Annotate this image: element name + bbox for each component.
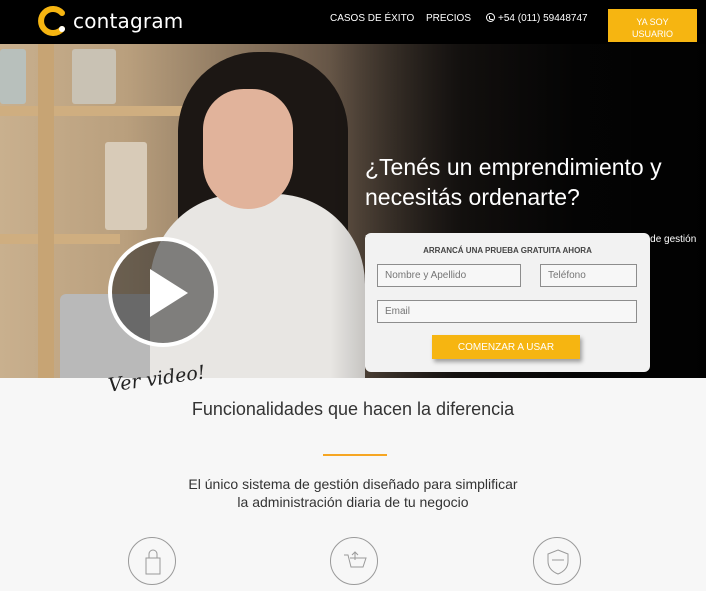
login-label-line1: YA SOY [636, 16, 669, 27]
shield-icon-graphic [547, 549, 569, 575]
hero-section: ¿Tenés un emprendimiento y necesitás ord… [0, 44, 706, 378]
logo-mark-icon [38, 6, 65, 36]
shopping-bag-icon [128, 537, 176, 585]
logo-text: contagram [73, 9, 184, 33]
shelf-post [38, 44, 54, 378]
shelf [0, 234, 120, 244]
login-button[interactable]: YA SOY USUARIO [608, 9, 697, 42]
play-icon [150, 269, 188, 317]
features-title: Funcionalidades que hacen la diferencia [191, 399, 515, 419]
shopping-bag-icon-graphic [145, 549, 161, 575]
cart-icon-graphic [344, 551, 367, 568]
description-line-1: El único sistema de gestión diseñado par… [188, 476, 518, 492]
whatsapp-icon [486, 13, 495, 22]
description-line-2: la administración diaria de tu negocio [237, 494, 469, 510]
login-label-line2: USUARIO [631, 28, 673, 39]
email-field[interactable] [377, 300, 637, 323]
nav-link-precios[interactable]: PRECIOS [426, 13, 471, 24]
jar [105, 142, 147, 230]
signup-heading: ARRANCÁ UNA PRUEBA GRATUITA AHORA [423, 246, 592, 255]
name-field[interactable] [377, 264, 521, 287]
jar [72, 49, 116, 104]
signup-form: ARRANCÁ UNA PRUEBA GRATUITA AHORA COMENZ… [365, 233, 650, 372]
phone-field[interactable] [540, 264, 637, 287]
start-button[interactable]: COMENZAR A USAR [432, 335, 580, 359]
features-description: El único sistema de gestión diseñado par… [0, 475, 706, 511]
phone-number: +54 (011) 59448747 [498, 13, 588, 24]
person-face [203, 89, 293, 209]
nav-phone-link[interactable]: +54 (011) 59448747 [486, 13, 588, 24]
top-navbar: contagram CASOS DE ÉXITO PRECIOS +54 (01… [0, 0, 706, 44]
shield-icon [533, 537, 581, 585]
section-divider [323, 454, 387, 456]
hero-title: ¿Tenés un emprendimiento y necesitás ord… [365, 154, 662, 210]
jar [0, 49, 26, 104]
nav-link-casos-de-exito[interactable]: CASOS DE ÉXITO [330, 13, 414, 24]
play-video-button[interactable] [108, 237, 218, 347]
cart-icon [330, 537, 378, 585]
contagram-logo[interactable]: contagram [38, 6, 183, 36]
